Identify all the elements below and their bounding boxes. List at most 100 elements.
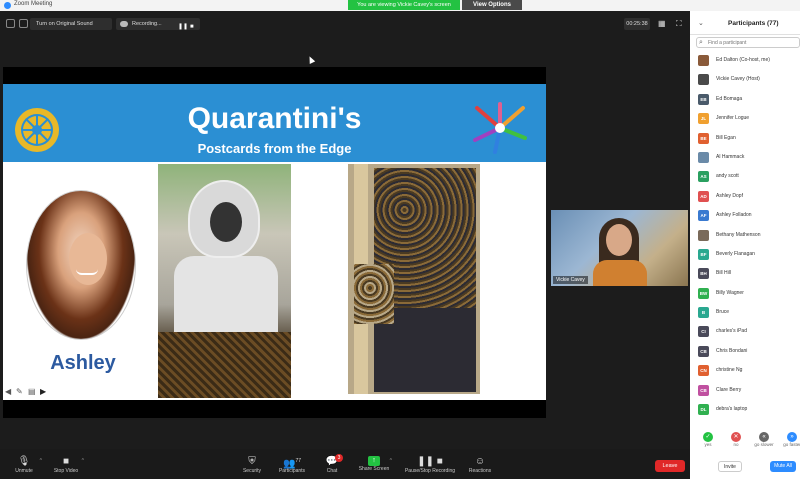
participant-row[interactable]: Al Hammack [690,149,800,168]
participants-panel-title: Participants (77) [728,20,779,27]
pen-icon[interactable]: ✎ [16,388,24,396]
bee-cluster-side [354,264,394,324]
participant-avatar: CN [698,365,709,377]
previous-slide-icon[interactable]: ◀ [5,388,13,396]
participant-avatar: BE [698,132,709,144]
participant-row[interactable]: CI charles's iPad [690,323,800,342]
invite-button[interactable]: Invite [718,461,742,472]
unmute-button[interactable]: 🎙 Unmute ^ [4,456,44,474]
share-screen-label: Share Screen [358,466,390,472]
collapse-chevron-icon[interactable]: ⌄ [698,19,704,27]
chat-unread-badge: 3 [335,454,343,462]
participant-avatar [698,151,709,163]
honeycomb-photo [348,164,480,394]
reactions-button[interactable]: ☺ Reactions [460,456,500,474]
participant-row[interactable]: DL debra's laptop [690,401,800,420]
participant-row[interactable]: CB Clare Berry [690,382,800,401]
presentation-slide: Quarantini's Postcards from the Edge Ash… [3,84,546,400]
participant-row[interactable]: AS andy scott [690,168,800,187]
original-sound-button[interactable]: Turn on Original Sound [30,18,112,30]
slides-icon[interactable]: ▤ [28,388,36,396]
zoom-logo-icon [4,2,11,9]
feedback-yes-button[interactable]: ✓ yes [698,432,718,447]
participant-avatar: AS [698,171,709,183]
participant-avatar: JL [698,113,709,125]
participant-row[interactable]: BF Beverly Flanagan [690,246,800,265]
participant-name: andy scott [716,173,739,180]
feedback-go-slower-button[interactable]: «go slower [754,432,774,447]
participant-name: charles's iPad [716,328,747,335]
participant-name: Al Hammack [716,153,745,160]
cloud-icon [120,21,128,27]
feedback-no-button[interactable]: ✕ no [726,432,746,447]
reactions-label: Reactions [468,468,492,474]
participant-row[interactable]: Bethany Mathenson [690,227,800,246]
info-icon[interactable] [6,19,15,28]
security-button[interactable]: ⛨ Security [232,456,272,474]
view-options-button[interactable]: View Options [462,0,522,10]
participant-avatar [698,55,709,66]
participants-panel: ⌄ Participants (77) ⌕ Ed Dalton (Co-host… [690,11,800,479]
chat-bubble-icon: 💬 [325,456,339,467]
feedback-label: go faster [783,442,800,447]
fullscreen-icon[interactable]: ⛶ [676,19,685,28]
video-options-chevron-icon[interactable]: ^ [82,458,84,464]
participants-panel-footer: Invite Mute All [690,459,800,479]
participant-row[interactable]: EB Ed Bomaga [690,91,800,110]
participant-name: debra's laptop [716,406,748,413]
participant-row[interactable]: Vickie Cavey (Host) [690,71,800,90]
portrait-name: Ashley [50,352,116,374]
participant-name: Clare Berry [716,386,742,393]
participant-row[interactable]: Ed Dalton (Co-host, me) [690,52,800,71]
person-face [606,224,632,256]
participant-row[interactable]: BW Billy Wagner [690,285,800,304]
audio-options-chevron-icon[interactable]: ^ [40,458,42,464]
participant-row[interactable]: CN christine Ng [690,362,800,381]
chat-button[interactable]: 💬 3 Chat [312,454,352,474]
participant-name: Vickie Cavey (Host) [716,76,760,83]
stop-video-button[interactable]: ■ Stop Video ^ [46,456,86,474]
participant-row[interactable]: BH Bill Hill [690,265,800,284]
participants-button[interactable]: 👥77 Participants [272,456,312,474]
feedback-label: yes [704,442,712,447]
participant-name: Chris Bondani [716,347,748,354]
pause-recording-icon[interactable]: ❚❚ [178,21,188,33]
participant-avatar: BW [698,287,709,299]
participant-search-input[interactable] [708,38,798,47]
pause-stop-recording-button[interactable]: ❚❚ ■ Pause/Stop Recording [398,456,462,474]
mute-all-button[interactable]: Mute All [770,461,796,472]
participant-video-tile[interactable]: Vickie Cavey [551,210,688,286]
bee-veil [188,180,260,258]
feedback-icon: ✕ [731,432,741,442]
next-slide-icon[interactable]: ▶ [40,388,48,396]
participant-search[interactable]: ⌕ [696,37,800,48]
viewing-banner: You are viewing Vickie Cavey's screen [348,0,460,10]
participant-avatar: CB [698,384,709,396]
participant-row[interactable]: CB Chris Bondani [690,343,800,362]
leave-button[interactable]: Leave [655,460,685,472]
share-screen-button[interactable]: ↑ Share Screen ^ [354,456,394,472]
participant-row[interactable]: BE Bill Egan [690,130,800,149]
participant-row[interactable]: AF Ashley Folladon [690,207,800,226]
recording-label: Recording... [132,21,162,27]
participant-avatar: EB [698,93,709,105]
participant-row[interactable]: JL Jennifer Logue [690,110,800,129]
feedback-label: go slower [754,442,774,447]
video-camera-icon: ■ [62,456,70,467]
participant-row[interactable]: AD Ashley Dopf [690,188,800,207]
feedback-label: no [733,442,739,447]
portrait-face [69,233,107,285]
participant-avatar: B [698,307,709,319]
veil-mesh [210,202,242,242]
share-options-chevron-icon[interactable]: ^ [390,458,392,464]
participant-row[interactable]: B Bruce [690,304,800,323]
participant-avatar: AF [698,210,709,222]
stop-recording-icon[interactable]: ■ [190,21,194,33]
feedback-go-faster-button[interactable]: » go faster [782,432,800,447]
slide-header: Quarantini's Postcards from the Edge [3,84,546,162]
shield-icon[interactable] [19,19,28,28]
smiley-icon: ☺ [474,456,486,467]
gallery-view-icon[interactable]: ▦ [658,19,667,28]
participant-avatar: CB [698,345,709,357]
participant-avatar: CI [698,326,709,338]
